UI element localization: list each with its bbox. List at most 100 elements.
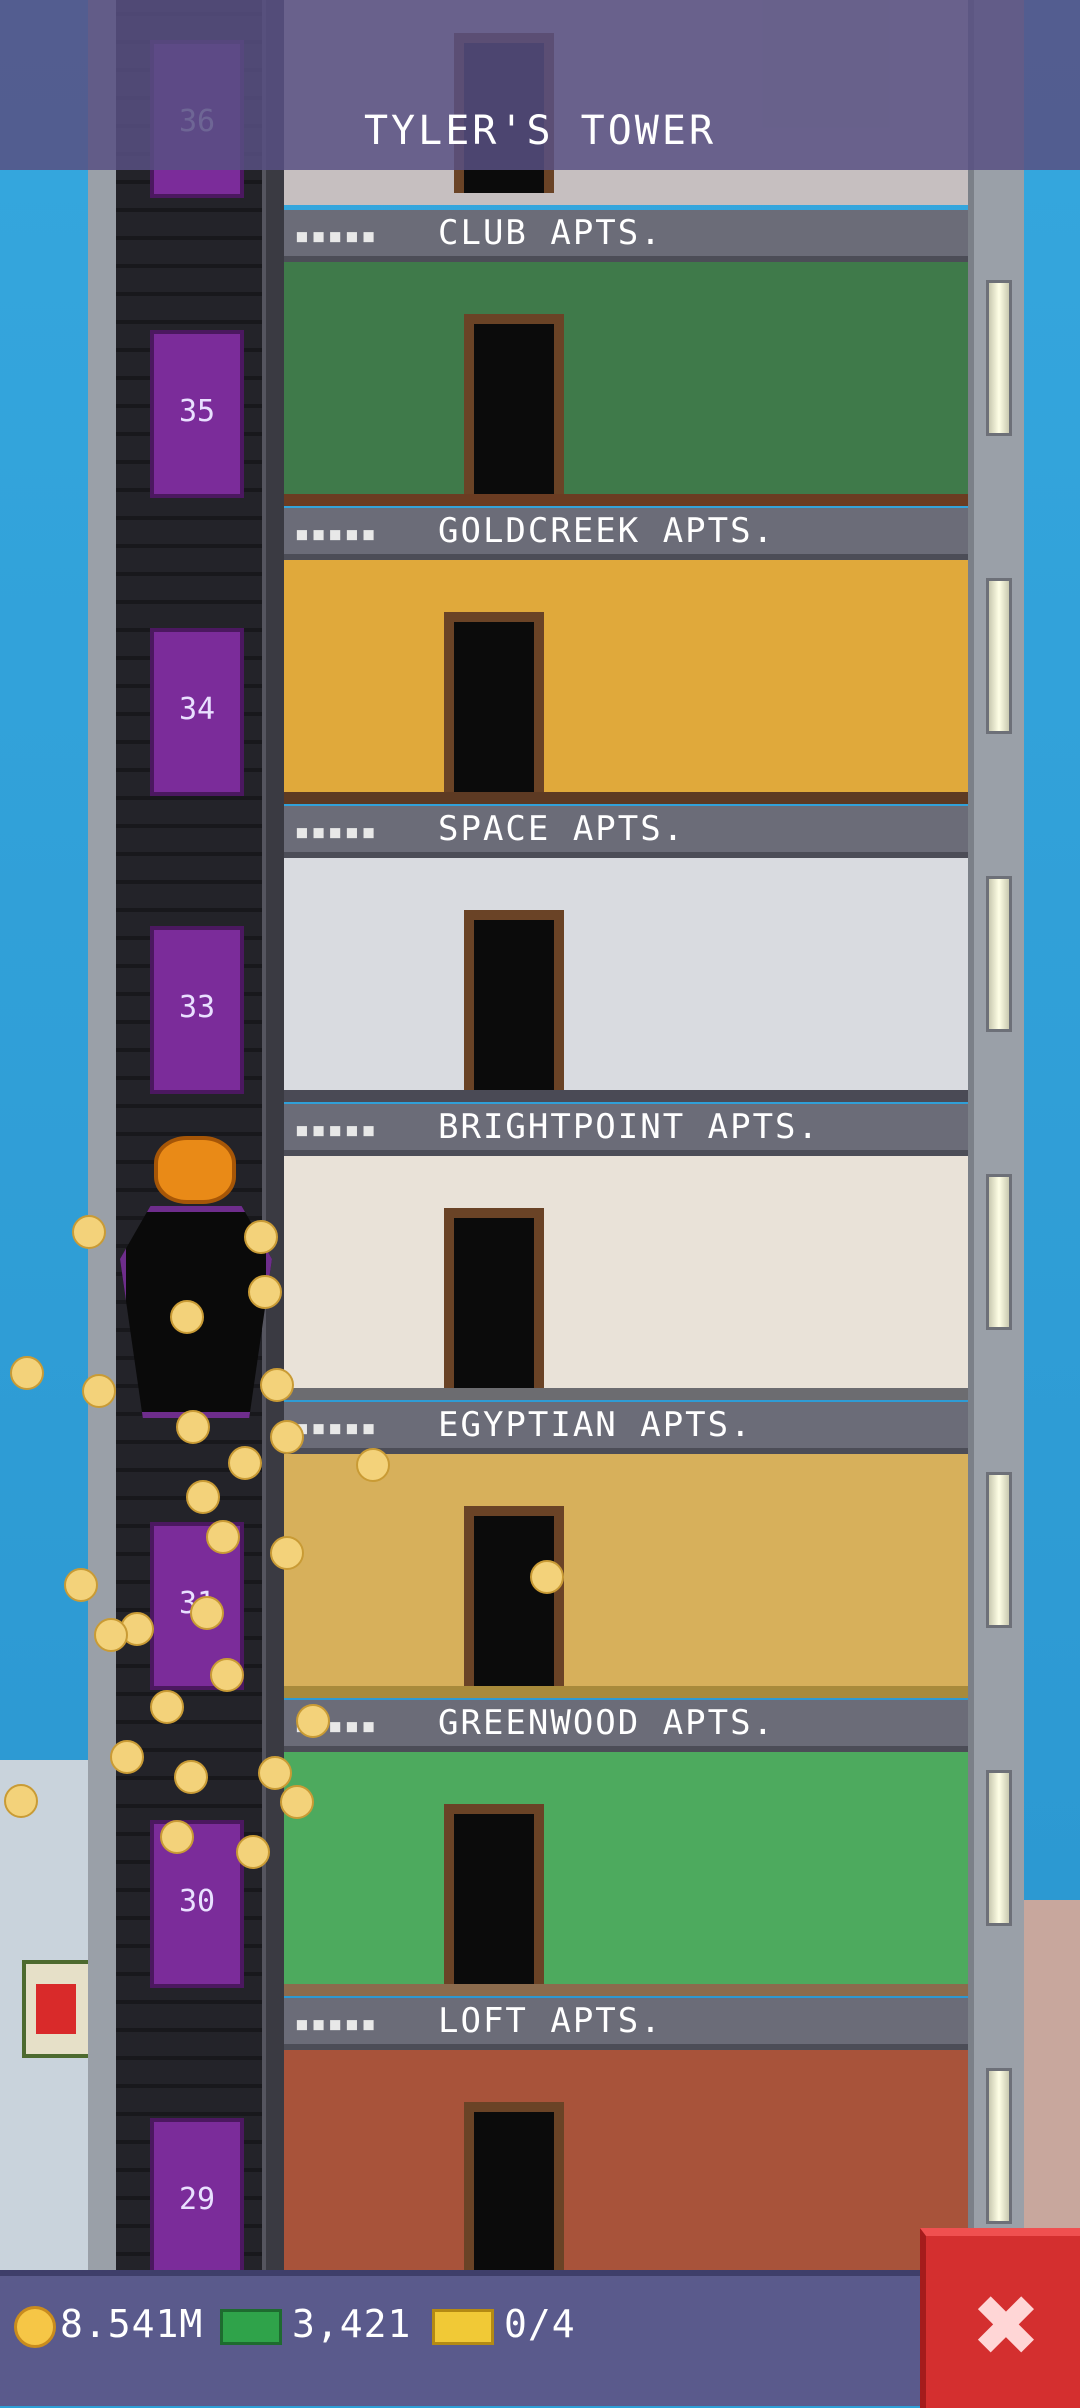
floor-stars: ▪▪▪▪▪ xyxy=(294,221,378,251)
bux-stat[interactable]: 3,421 xyxy=(220,2296,411,2352)
door xyxy=(464,314,564,494)
elevator-floor-number[interactable]: 34 xyxy=(150,628,244,796)
tower-window xyxy=(986,2068,1012,2224)
tower-window xyxy=(986,1472,1012,1628)
coin-particle xyxy=(110,1740,144,1774)
coin-particle xyxy=(170,1300,204,1334)
coin-particle xyxy=(190,1596,224,1630)
floor-label[interactable]: ▪▪▪▪▪ SPACE APTS. xyxy=(284,806,968,858)
coin-particle xyxy=(210,1658,244,1692)
coin-particle xyxy=(260,1368,294,1402)
floor-stars: ▪▪▪▪▪ xyxy=(294,519,378,549)
elevator-floor-number[interactable]: 29 xyxy=(150,2118,244,2286)
tower-window xyxy=(986,1174,1012,1330)
floor-stars: ▪▪▪▪▪ xyxy=(294,1413,378,1443)
tower-window xyxy=(986,578,1012,734)
floor-room[interactable] xyxy=(284,560,968,804)
coin-particle xyxy=(244,1220,278,1254)
floor-boards xyxy=(284,1388,968,1400)
coin-icon xyxy=(14,2305,56,2348)
coin-particle xyxy=(174,1760,208,1794)
floor-stars: ▪▪▪▪▪ xyxy=(294,2009,378,2039)
floor-room[interactable] xyxy=(284,1752,968,1996)
tickets-value: 0/4 xyxy=(504,2302,576,2346)
floor-room[interactable] xyxy=(284,1156,968,1400)
coin-particle xyxy=(72,1215,106,1249)
floor-boards xyxy=(284,792,968,804)
floor-label[interactable]: ▪▪▪▪▪ LOFT APTS. xyxy=(284,1998,968,2050)
floor-boards xyxy=(284,1984,968,1996)
tower-title-bar: TYLER'S TOWER xyxy=(0,0,1080,170)
floor-room[interactable] xyxy=(284,1454,968,1698)
floor-label[interactable]: ▪▪▪▪▪ GREENWOOD APTS. xyxy=(284,1700,968,1752)
close-button[interactable]: ✖ xyxy=(920,2228,1080,2408)
coin-particle xyxy=(228,1446,262,1480)
coin-particle xyxy=(258,1756,292,1790)
floor-boards xyxy=(284,494,968,506)
door xyxy=(464,1506,564,1686)
door xyxy=(464,2102,564,2282)
door xyxy=(444,1208,544,1388)
bux-value: 3,421 xyxy=(292,2302,412,2346)
coin-particle xyxy=(160,1820,194,1854)
coin-particle xyxy=(176,1410,210,1444)
ticket-icon xyxy=(432,2308,494,2345)
floor-stars: ▪▪▪▪▪ xyxy=(294,817,378,847)
coin-particle xyxy=(4,1784,38,1818)
close-icon: ✖ xyxy=(970,2277,1042,2375)
coins-stat[interactable]: 8.541M xyxy=(14,2296,203,2352)
elevator-floor-number-label: 33 xyxy=(178,990,216,1025)
coin-particle xyxy=(150,1690,184,1724)
coin-particle xyxy=(248,1275,282,1309)
elevator-floor-number-label: 30 xyxy=(178,1884,216,1919)
coins-value: 8.541M xyxy=(60,2302,204,2346)
floor-name: BRIGHTPOINT APTS. xyxy=(438,1107,820,1147)
tower-title: TYLER'S TOWER xyxy=(363,108,717,154)
floor-label[interactable]: ▪▪▪▪▪ BRIGHTPOINT APTS. xyxy=(284,1104,968,1156)
tower-window xyxy=(986,876,1012,1032)
floor-label[interactable]: ▪▪▪▪▪ GOLDCREEK APTS. xyxy=(284,508,968,560)
coin-particle xyxy=(206,1520,240,1554)
pumpkin-icon xyxy=(154,1136,236,1204)
floor-name: GOLDCREEK APTS. xyxy=(438,511,776,551)
door xyxy=(444,612,544,792)
coin-particle xyxy=(236,1835,270,1869)
fries-billboard xyxy=(22,1960,96,2058)
coin-particle xyxy=(356,1448,390,1482)
floor-stars: ▪▪▪▪▪ xyxy=(294,1115,378,1145)
elevator-floor-number-label: 35 xyxy=(178,394,216,429)
coin-particle xyxy=(186,1480,220,1514)
floor-name: SPACE APTS. xyxy=(438,809,686,849)
elevator-floor-number[interactable]: 35 xyxy=(150,330,244,498)
floor-name: CLUB APTS. xyxy=(438,213,663,253)
coin-particle xyxy=(10,1356,44,1390)
tickets-stat[interactable]: 0/4 xyxy=(432,2296,576,2352)
coin-particle xyxy=(280,1785,314,1819)
floor-boards xyxy=(284,1686,968,1698)
coin-particle xyxy=(82,1374,116,1408)
floor-label[interactable]: ▪▪▪▪▪ CLUB APTS. xyxy=(284,210,968,262)
coin-particle xyxy=(530,1560,564,1594)
coin-particle xyxy=(270,1420,304,1454)
elevator-rail xyxy=(262,0,284,2280)
floor-boards xyxy=(284,1090,968,1102)
floor-name: GREENWOOD APTS. xyxy=(438,1703,776,1743)
elevator-floor-number[interactable]: 33 xyxy=(150,926,244,1094)
floor-label[interactable]: ▪▪▪▪▪ EGYPTIAN APTS. xyxy=(284,1402,968,1454)
door xyxy=(444,1804,544,1984)
fries-icon xyxy=(36,1984,76,2034)
coin-particle xyxy=(296,1704,330,1738)
coin-particle xyxy=(270,1536,304,1570)
floor-name: EGYPTIAN APTS. xyxy=(438,1405,753,1445)
bux-icon xyxy=(220,2308,282,2345)
elevator-floor-number-label: 29 xyxy=(178,2182,216,2217)
floor-room[interactable] xyxy=(284,858,968,1102)
coin-particle xyxy=(64,1568,98,1602)
floor-room[interactable] xyxy=(284,262,968,506)
tower-window xyxy=(986,1770,1012,1926)
coin-particle xyxy=(94,1618,128,1652)
floor-room[interactable] xyxy=(284,2050,968,2294)
elevator-floor-number-label: 34 xyxy=(178,692,216,727)
tower-window xyxy=(986,280,1012,436)
door xyxy=(464,910,564,1090)
